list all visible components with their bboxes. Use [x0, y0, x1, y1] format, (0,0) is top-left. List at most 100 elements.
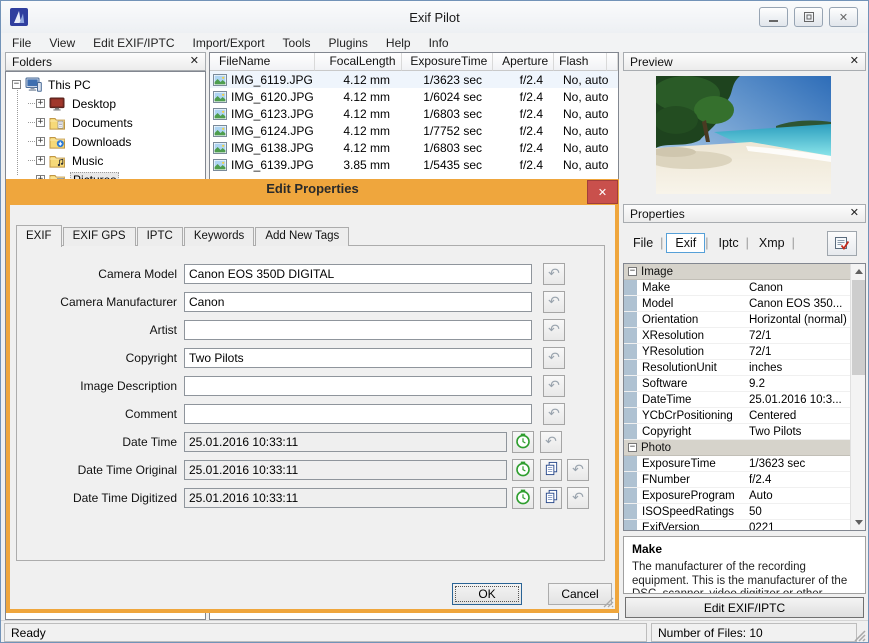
- properties-scrollbar[interactable]: [850, 264, 865, 530]
- undo-button[interactable]: ↶: [567, 459, 589, 481]
- field-date-time-digitized-input[interactable]: [184, 488, 507, 508]
- menu-item-info[interactable]: Info: [420, 35, 458, 51]
- property-row-make[interactable]: Make Canon: [624, 280, 850, 296]
- window-resize-grip[interactable]: [853, 629, 866, 642]
- menu-item-plugins[interactable]: Plugins: [320, 35, 377, 51]
- undo-button[interactable]: ↶: [540, 431, 562, 453]
- field-label-date-time: Date Time: [122, 435, 177, 449]
- tree-expander-expand-icon[interactable]: +: [36, 118, 45, 127]
- maximize-button[interactable]: [794, 7, 823, 27]
- menu-item-tools[interactable]: Tools: [274, 35, 320, 51]
- field-comment-input[interactable]: [184, 404, 532, 424]
- file-row-img-6123-jpg[interactable]: IMG_6123.JPG 4.12 mm 1/6803 sec f/2.4 No, au…: [210, 105, 618, 122]
- tree-expander-expand-icon[interactable]: +: [36, 137, 45, 146]
- undo-button[interactable]: ↶: [543, 347, 565, 369]
- tree-expander-expand-icon[interactable]: +: [36, 99, 45, 108]
- file-row-img-6138-jpg[interactable]: IMG_6138.JPG 4.12 mm 1/6803 sec f/2.4 No, au…: [210, 139, 618, 156]
- field-image-description-input[interactable]: [184, 376, 532, 396]
- tree-item-this-pc[interactable]: − This PC: [6, 75, 205, 94]
- property-row-isospeedratings[interactable]: ISOSpeedRatings 50: [624, 504, 850, 520]
- property-row-exifversion[interactable]: ExifVersion 0221: [624, 520, 850, 530]
- menu-item-file[interactable]: File: [3, 35, 40, 51]
- folders-close-icon[interactable]: ✕: [190, 56, 199, 67]
- field-camera-manufacturer-input[interactable]: [184, 292, 532, 312]
- undo-button[interactable]: ↶: [543, 319, 565, 341]
- close-button[interactable]: ✕: [829, 7, 858, 27]
- tree-item-desktop[interactable]: + Desktop: [6, 94, 205, 113]
- property-row-datetime[interactable]: DateTime 25.01.2016 10:3...: [624, 392, 850, 408]
- property-group-photo[interactable]: − Photo: [624, 440, 850, 456]
- property-row-exposureprogram[interactable]: ExposureProgram Auto: [624, 488, 850, 504]
- undo-button[interactable]: ↶: [543, 291, 565, 313]
- clock-button[interactable]: [512, 459, 534, 481]
- properties-tab-xmp[interactable]: Xmp: [752, 234, 792, 252]
- property-row-fnumber[interactable]: FNumber f/2.4: [624, 472, 850, 488]
- file-row-img-6119-jpg[interactable]: IMG_6119.JPG 4.12 mm 1/3623 sec f/2.4 No, au…: [210, 71, 618, 88]
- undo-button[interactable]: ↶: [543, 263, 565, 285]
- property-row-yresolution[interactable]: YResolution 72/1: [624, 344, 850, 360]
- dialog-close-button[interactable]: ✕: [587, 180, 618, 204]
- property-row-ycbcrpositioning[interactable]: YCbCrPositioning Centered: [624, 408, 850, 424]
- field-copyright-input[interactable]: [184, 348, 532, 368]
- property-row-xresolution[interactable]: XResolution 72/1: [624, 328, 850, 344]
- copy-button[interactable]: [540, 459, 562, 481]
- dialog-tab-add-new-tags[interactable]: Add New Tags: [255, 227, 350, 246]
- tree-expander-expand-icon[interactable]: +: [36, 156, 45, 165]
- undo-button[interactable]: ↶: [543, 375, 565, 397]
- properties-tab-iptc[interactable]: Iptc: [712, 234, 746, 252]
- dialog-tab-exif-gps[interactable]: EXIF GPS: [62, 227, 136, 246]
- tree-item-documents[interactable]: + Documents: [6, 113, 205, 132]
- tree-item-music[interactable]: + Music: [6, 151, 205, 170]
- dialog-resize-grip[interactable]: [602, 596, 614, 608]
- property-row-model[interactable]: Model Canon EOS 350...: [624, 296, 850, 312]
- clock-button[interactable]: [512, 431, 534, 453]
- tree-item-downloads[interactable]: + Downloads: [6, 132, 205, 151]
- column-header-exposuretime[interactable]: ExposureTime: [401, 53, 494, 71]
- dialog-tab-iptc[interactable]: IPTC: [136, 227, 183, 246]
- property-group-image[interactable]: − Image: [624, 264, 850, 280]
- menu-item-help[interactable]: Help: [377, 35, 420, 51]
- dialog-tab-keywords[interactable]: Keywords: [183, 227, 255, 246]
- scroll-down-icon[interactable]: [851, 515, 865, 530]
- scroll-up-icon[interactable]: [851, 264, 865, 279]
- undo-button[interactable]: ↶: [567, 487, 589, 509]
- field-date-time-original-input[interactable]: [184, 460, 507, 480]
- group-collapse-icon[interactable]: −: [628, 267, 637, 276]
- image-file-icon: [213, 158, 227, 171]
- dialog-tab-exif[interactable]: EXIF: [16, 225, 62, 247]
- menu-item-edit-exif-iptc[interactable]: Edit EXIF/IPTC: [84, 35, 183, 51]
- property-row-orientation[interactable]: Orientation Horizontal (normal): [624, 312, 850, 328]
- properties-tab-exif[interactable]: Exif: [666, 233, 706, 253]
- field-date-time-input[interactable]: [184, 432, 507, 452]
- column-header-focallength[interactable]: FocalLength: [314, 53, 402, 71]
- preview-close-icon[interactable]: ✕: [850, 56, 859, 67]
- edit-properties-button[interactable]: [827, 231, 857, 256]
- property-row-exposuretime[interactable]: ExposureTime 1/3623 sec: [624, 456, 850, 472]
- cell-filename: IMG_6119.JPG: [210, 71, 315, 88]
- field-artist-input[interactable]: [184, 320, 532, 340]
- column-header-filename[interactable]: FileName: [210, 53, 315, 71]
- properties-close-icon[interactable]: ✕: [850, 208, 859, 219]
- group-collapse-icon[interactable]: −: [628, 443, 637, 452]
- file-row-img-6120-jpg[interactable]: IMG_6120.JPG 4.12 mm 1/6024 sec f/2.4 No, au…: [210, 88, 618, 105]
- column-header-aperture[interactable]: Aperture: [493, 53, 555, 71]
- minimize-button[interactable]: [759, 7, 788, 27]
- field-camera-model-input[interactable]: [184, 264, 532, 284]
- tree-expander-collapse-icon[interactable]: −: [12, 80, 21, 89]
- ok-button[interactable]: OK: [452, 583, 522, 605]
- clock-button[interactable]: [512, 487, 534, 509]
- edit-exif-iptc-button[interactable]: Edit EXIF/IPTC: [625, 597, 864, 618]
- file-row-img-6124-jpg[interactable]: IMG_6124.JPG 4.12 mm 1/7752 sec f/2.4 No, au…: [210, 122, 618, 139]
- properties-tab-file[interactable]: File: [626, 234, 660, 252]
- property-row-software[interactable]: Software 9.2: [624, 376, 850, 392]
- property-row-copyright[interactable]: Copyright Two Pilots: [624, 424, 850, 440]
- file-row-img-6139-jpg[interactable]: IMG_6139.JPG 3.85 mm 1/5435 sec f/2.4 No, au…: [210, 156, 618, 173]
- menu-item-import-export[interactable]: Import/Export: [184, 35, 274, 51]
- row-gutter: [624, 296, 637, 311]
- column-header-flash[interactable]: Flash: [554, 53, 608, 71]
- menu-item-view[interactable]: View: [40, 35, 84, 51]
- scrollbar-thumb[interactable]: [852, 280, 865, 375]
- undo-button[interactable]: ↶: [543, 403, 565, 425]
- copy-button[interactable]: [540, 487, 562, 509]
- property-row-resolutionunit[interactable]: ResolutionUnit inches: [624, 360, 850, 376]
